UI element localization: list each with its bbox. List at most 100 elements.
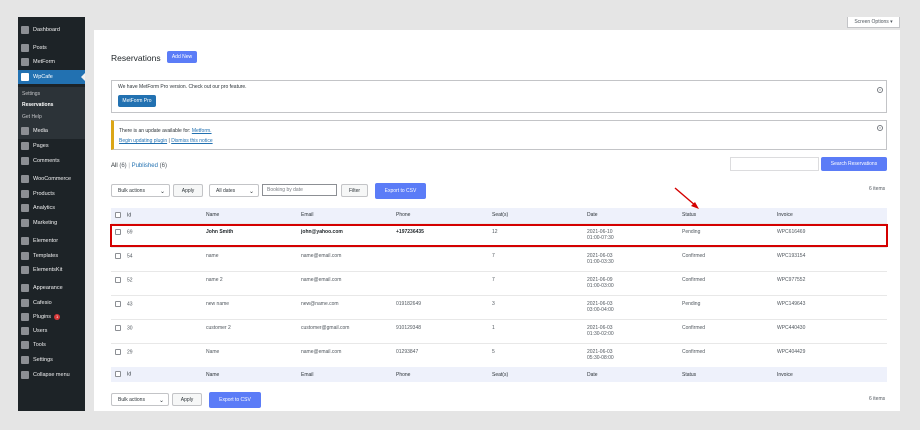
export-csv-button-bottom[interactable]: Export to CSV <box>209 392 261 408</box>
sidebar-item-label: Products <box>33 191 55 197</box>
row-id: 43 <box>127 300 133 307</box>
export-csv-button[interactable]: Export to CSV <box>375 183 426 199</box>
col-id[interactable]: Id <box>111 367 206 382</box>
sidebar-item-cafesio[interactable]: Cafesio <box>18 296 85 310</box>
table-row[interactable]: 43 new name new@name.com 019182649 3 2021-06-… <box>111 294 887 319</box>
sidebar-item-wpcafe[interactable]: WpCafe <box>18 70 85 84</box>
sidebar-item-analytics[interactable]: Analytics <box>18 201 85 215</box>
filter-button[interactable]: Filter <box>341 184 368 197</box>
sidebar-item-label: WpCafe <box>33 74 53 80</box>
chevron-down-icon: ⌄ <box>158 398 164 404</box>
sidebar-item-plugins[interactable]: Plugins 1 <box>18 310 85 324</box>
cell-email: john@yahoo.com <box>301 222 396 247</box>
sidebar-item-woocommerce[interactable]: WooCommerce <box>18 172 85 186</box>
row-time: 01:00-03:30 <box>587 258 614 265</box>
col-email: Email <box>301 208 396 223</box>
cell-date: 2021-06-03 01:00-03:30 <box>587 246 682 271</box>
screen-options-button[interactable]: Screen Options ▾ <box>847 17 900 28</box>
row-checkbox[interactable] <box>115 276 121 283</box>
cell-phone: 01293847 <box>396 342 492 367</box>
sidebar-item-posts[interactable]: Posts <box>18 41 85 55</box>
cell-email: name@email.com <box>301 342 396 367</box>
row-checkbox[interactable] <box>115 324 121 331</box>
sidebar-item-metform[interactable]: MetForm <box>18 55 85 69</box>
metform-pro-button[interactable]: MetForm Pro <box>118 95 156 107</box>
row-checkbox[interactable] <box>115 228 121 235</box>
dismiss-link[interactable]: Dismiss this notice <box>171 138 212 144</box>
filter-published-count: (6) <box>159 163 167 169</box>
sidebar-item-products[interactable]: Products <box>18 187 85 201</box>
apply-button[interactable]: Apply <box>173 184 203 197</box>
dates-label: All dates <box>216 187 236 194</box>
filter-all[interactable]: All <box>111 163 118 169</box>
bulk-actions-select[interactable]: Bulk actions ⌄ <box>111 184 170 197</box>
update-actions: Begin updating plugin | Dismiss this not… <box>119 138 213 144</box>
cell-seats: 1 <box>492 318 587 343</box>
sidebar-item-label: Dashboard <box>33 27 60 33</box>
search-reservations-button[interactable]: Search Reservations <box>821 157 887 171</box>
sidebar-item-label: Media <box>33 128 48 134</box>
cell-id: 54 <box>111 246 206 271</box>
submenu-item-settings[interactable]: Settings <box>18 88 85 99</box>
booking-date-input[interactable]: Booking by date <box>262 184 337 196</box>
products-icon <box>21 190 29 198</box>
sidebar-item-appearance[interactable]: Appearance <box>18 281 85 295</box>
update-label: There is an update available for: <box>119 128 191 134</box>
apply-button-bottom[interactable]: Apply <box>172 393 202 406</box>
cell-email: name@email.com <box>301 246 396 271</box>
sidebar-item-elementor[interactable]: Elementor <box>18 234 85 248</box>
begin-update-link[interactable]: Begin updating plugin <box>119 138 167 144</box>
sidebar-item-label: Tools <box>33 342 46 348</box>
sidebar-item-collapse-menu[interactable]: Collapse menu <box>18 368 85 382</box>
table-row[interactable]: 52 name 2 name@email.com 7 2021-06-09 01:00-0… <box>111 270 887 295</box>
sidebar-item-tools[interactable]: Tools <box>18 338 85 352</box>
cell-email: customer@gmail.com <box>301 318 396 343</box>
settings-icon <box>21 356 29 364</box>
select-all-checkbox[interactable] <box>115 371 121 378</box>
close-icon[interactable]: × <box>877 125 883 131</box>
table-header-row: Id Name Email Phone Seat(s) Date Status … <box>111 208 887 223</box>
submenu-item-reservations[interactable]: Reservations <box>18 99 85 110</box>
cell-date: 2021-06-10 01:00-07:30 <box>587 222 682 247</box>
col-id[interactable]: Id <box>111 208 206 223</box>
table-row[interactable]: 30 customer 2 customer@gmail.com 910129348 1… <box>111 318 887 343</box>
close-icon[interactable]: × <box>877 87 883 93</box>
table-row[interactable]: 69 John Smith john@yahoo.com +197236435 12 20… <box>111 222 887 247</box>
table-row[interactable]: 29 Name name@email.com 01293847 5 2021-06-03 0… <box>111 342 887 367</box>
filter-published[interactable]: Published <box>132 163 158 169</box>
sidebar-item-dashboard[interactable]: Dashboard <box>18 23 85 37</box>
cafe-icon <box>21 73 29 81</box>
sidebar-item-templates[interactable]: Templates <box>18 249 85 263</box>
row-checkbox[interactable] <box>115 252 121 259</box>
sidebar-item-pages[interactable]: Pages <box>18 139 85 153</box>
row-time: 05:30-08:00 <box>587 354 614 361</box>
search-input[interactable] <box>730 157 819 171</box>
cell-invoice: WPC149643 <box>777 294 887 319</box>
sidebar-item-media[interactable]: Media <box>18 124 85 138</box>
row-id: 52 <box>127 276 133 283</box>
row-checkbox[interactable] <box>115 348 121 355</box>
sidebar-item-label: Plugins <box>33 314 52 320</box>
sidebar-item-users[interactable]: Users <box>18 324 85 338</box>
select-all-checkbox[interactable] <box>115 212 121 219</box>
items-count: 6 items <box>869 186 886 192</box>
col-phone: Phone <box>396 208 492 223</box>
chevron-down-icon: ⌄ <box>159 189 165 195</box>
dates-select[interactable]: All dates ⌄ <box>209 184 259 197</box>
submenu-item-get-help[interactable]: Get Help <box>18 111 85 122</box>
col-date: Date <box>587 367 682 382</box>
col-seats: Seat(s) <box>492 367 587 382</box>
cell-phone: +197236435 <box>396 222 492 247</box>
sidebar-item-marketing[interactable]: Marketing <box>18 216 85 230</box>
sidebar-item-elementskit[interactable]: ElementsKit <box>18 263 85 277</box>
table-row[interactable]: 54 name name@email.com 7 2021-06-03 01:00-03:… <box>111 246 887 271</box>
sidebar-item-label: Analytics <box>33 205 56 211</box>
cell-email: name@email.com <box>301 270 396 295</box>
bulk-actions-select-bottom[interactable]: Bulk actions ⌄ <box>111 393 169 406</box>
sidebar-item-settings[interactable]: Settings <box>18 353 85 367</box>
metform-link[interactable]: Metform. <box>192 128 212 134</box>
sidebar-item-comments[interactable]: Comments <box>18 154 85 168</box>
row-checkbox[interactable] <box>115 300 121 307</box>
sidebar-item-label: Elementor <box>33 238 59 244</box>
add-new-button[interactable]: Add New <box>167 51 197 63</box>
